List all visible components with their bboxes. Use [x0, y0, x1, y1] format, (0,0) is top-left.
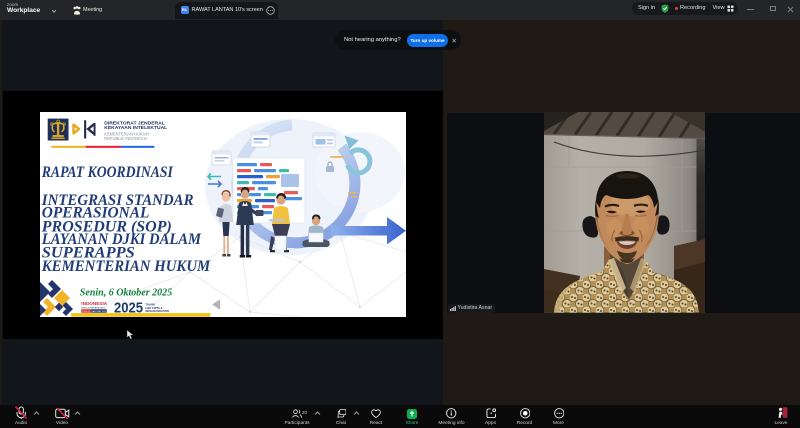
svg-text:2025: 2025 [114, 300, 143, 316]
svg-text:DESAIN INDUSTRI: DESAIN INDUSTRI [145, 309, 169, 313]
svg-text:MENUJU NEGARA MAJU: MENUJU NEGARA MAJU [81, 306, 106, 309]
svg-text:REPUBLIK INDONESIA: REPUBLIK INDONESIA [104, 136, 147, 141]
svg-text:Senin, 6 Oktober 2025: Senin, 6 Oktober 2025 [79, 286, 172, 298]
svg-text:NASIONAL 2025: NASIONAL 2025 [91, 309, 106, 312]
svg-text:INDONESIA: INDONESIA [81, 301, 108, 306]
svg-text:KEMENTERIAN HUKUM: KEMENTERIAN HUKUM [40, 257, 210, 274]
svg-text:RAPAT KOORDINASI: RAPAT KOORDINASI [41, 163, 174, 180]
svg-text:KEKAYAAN INTELEKTUAL: KEKAYAAN INTELEKTUAL [104, 124, 167, 130]
svg-text:THN KI: THN KI [82, 310, 90, 312]
